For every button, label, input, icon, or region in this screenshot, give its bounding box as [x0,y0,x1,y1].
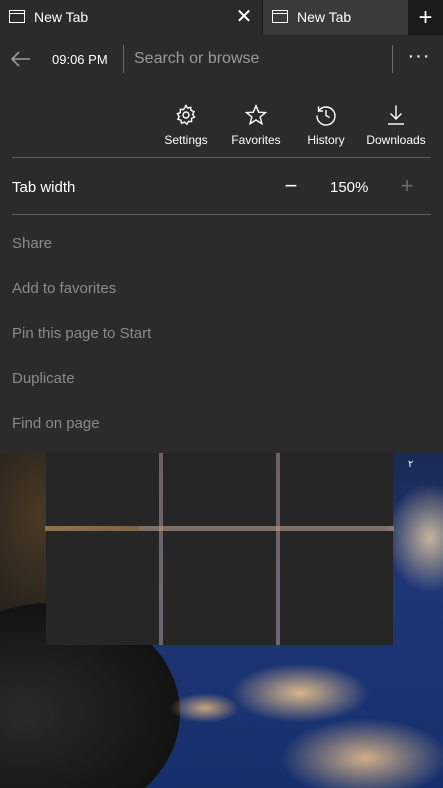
top-site-tile[interactable] [163,531,276,645]
top-site-tile[interactable] [46,531,159,645]
address-bar: 09:06 PM ··· [0,35,443,85]
history-label: History [307,133,345,147]
tab-page-icon [272,10,288,23]
divider [123,45,124,73]
back-arrow-icon[interactable] [8,46,34,72]
history-button[interactable]: History [291,103,361,147]
menu-item-add-to-favorites[interactable]: Add to favorites [12,280,116,297]
cloud-shape [280,718,443,788]
menu-item-find-on-page[interactable]: Find on page [12,415,100,432]
close-tab-button[interactable]: ✕ [234,6,254,28]
more-options-button[interactable]: ··· [404,45,434,71]
corner-mark: ۲ [408,459,414,470]
tab-strip: New Tab ✕ New Tab + [0,0,443,35]
top-site-tile[interactable] [46,453,159,526]
tab-page-icon [9,10,25,23]
tab-width-decrease-button[interactable]: − [280,173,302,199]
menu-item-duplicate[interactable]: Duplicate [12,370,75,387]
tab-width-label: Tab width [12,179,76,196]
divider [392,45,393,73]
overflow-menu: Settings Favorites History Downloads Tab [0,85,443,453]
tab-title: New Tab [34,9,89,25]
divider [12,157,431,158]
tab-width-increase-button[interactable]: + [396,173,418,199]
favorites-button[interactable]: Favorites [221,103,291,147]
menu-item-share[interactable]: Share [12,235,52,252]
new-tab-button[interactable]: + [408,0,443,35]
cloud-shape [385,483,443,593]
search-input[interactable] [134,48,384,70]
downloads-button[interactable]: Downloads [361,103,431,147]
settings-label: Settings [164,133,208,147]
download-icon [388,105,404,125]
new-tab-background: ۲ [0,453,443,788]
tab-width-value: 150% [330,179,369,196]
tab-inactive[interactable]: New Tab [263,0,408,35]
top-site-tile[interactable] [163,453,276,526]
divider [12,214,431,215]
tab-active[interactable]: New Tab ✕ [0,0,262,35]
cloud-shape [170,693,240,723]
menu-item-pin-to-start[interactable]: Pin this page to Start [12,325,151,342]
downloads-label: Downloads [366,133,426,147]
settings-button[interactable]: Settings [151,103,221,147]
gear-icon [176,104,196,126]
favorites-label: Favorites [231,133,281,147]
cloud-shape [230,663,370,723]
tab-title: New Tab [297,9,352,25]
top-site-tile[interactable] [280,453,393,526]
star-icon [244,103,268,126]
clock-time: 09:06 PM [52,52,108,67]
history-icon [316,106,336,126]
top-site-tile[interactable] [280,531,393,645]
